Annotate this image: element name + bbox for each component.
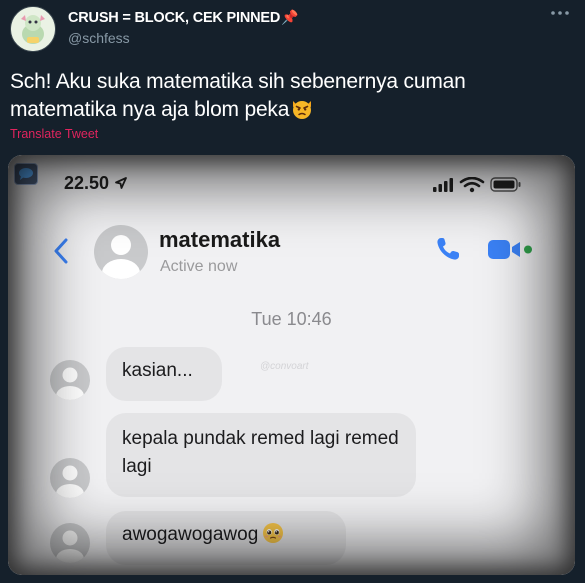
message-bubble: kasian...	[106, 347, 222, 401]
tweet-text: Sch! Aku suka matematika sih sebenernya …	[10, 70, 466, 121]
tweet-header: CRUSH = BLOCK, CEK PINNED📌 @schfess	[10, 6, 575, 58]
pouting-cat-emoji	[290, 96, 314, 120]
status-bar-time: 22.50	[64, 173, 128, 194]
translate-tweet-link[interactable]: Translate Tweet	[10, 127, 98, 141]
phone-icon[interactable]	[434, 235, 462, 263]
status-bar-icons	[433, 176, 525, 193]
wifi-icon	[459, 176, 485, 193]
pushpin-icon: 📌	[281, 9, 299, 25]
profile-avatar[interactable]	[10, 6, 56, 52]
signal-bars-icon	[433, 178, 453, 192]
message-bubble: awogawogawog	[106, 511, 346, 565]
message-bubble: kepala pundak remed lagi remed lagi	[106, 413, 416, 497]
contact-status: Active now	[160, 258, 238, 275]
message-avatar	[50, 458, 90, 498]
message-text: awogawogawog	[122, 524, 259, 545]
chevron-left-icon[interactable]	[52, 237, 70, 265]
message-text: kasian...	[122, 360, 193, 381]
contact-name[interactable]: matematika	[159, 227, 280, 253]
watermark-text: @convoart	[260, 361, 309, 372]
pleading-face-emoji	[262, 522, 284, 544]
contact-avatar[interactable]	[94, 225, 148, 279]
message-text: kepala pundak remed lagi remed lagi	[122, 428, 399, 477]
conversation-timestamp: Tue 10:46	[251, 309, 332, 329]
location-arrow-icon	[115, 177, 127, 189]
video-camera-icon[interactable]	[486, 237, 534, 263]
user-handle[interactable]: @schfess	[68, 30, 130, 46]
tweet-media-image[interactable]: 22.50 matematika Active now Tue 10:46 @c…	[8, 155, 575, 575]
more-dots-icon[interactable]	[549, 8, 571, 22]
display-name[interactable]: CRUSH = BLOCK, CEK PINNED📌	[68, 9, 299, 26]
message-avatar	[50, 523, 90, 563]
message-avatar	[50, 360, 90, 400]
battery-icon	[490, 177, 521, 192]
chat-bubble-icon	[14, 163, 38, 185]
